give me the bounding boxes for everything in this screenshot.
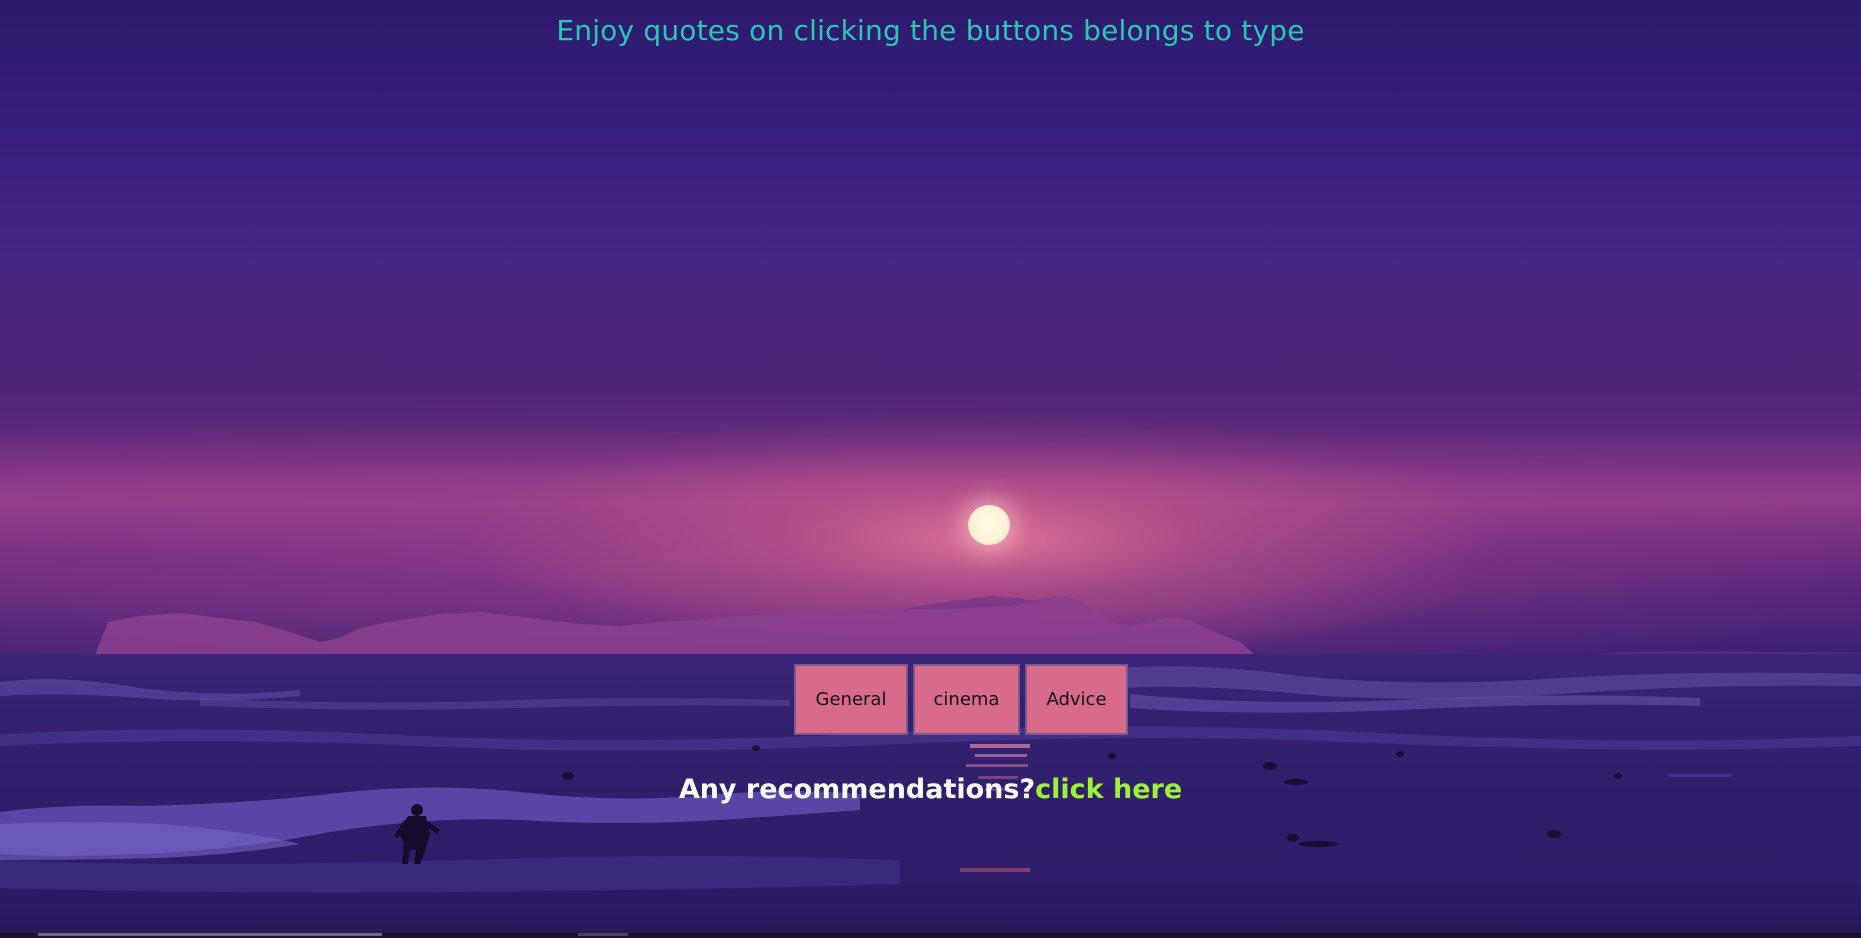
bottom-scrollbar[interactable] [0, 933, 1861, 938]
background-mountains [95, 596, 1861, 655]
recommendation-line: Any recommendations?click here [0, 774, 1861, 805]
recommendation-prompt: Any recommendations? [678, 774, 1036, 805]
page-headline: Enjoy quotes on clicking the buttons bel… [556, 14, 1305, 47]
scrollbar-thumb[interactable] [38, 933, 382, 936]
page: Enjoy quotes on clicking the buttons bel… [0, 0, 1861, 938]
scrollbar-marker [578, 933, 628, 936]
background-clouds [0, 250, 1861, 480]
advice-button[interactable]: Advice [1025, 664, 1128, 735]
general-button[interactable]: General [794, 664, 908, 735]
quote-type-buttons: General cinema Advice [794, 664, 1128, 735]
background-sun [968, 505, 1010, 545]
cinema-button[interactable]: cinema [913, 664, 1020, 735]
click-here-link[interactable]: click here [1035, 774, 1182, 805]
